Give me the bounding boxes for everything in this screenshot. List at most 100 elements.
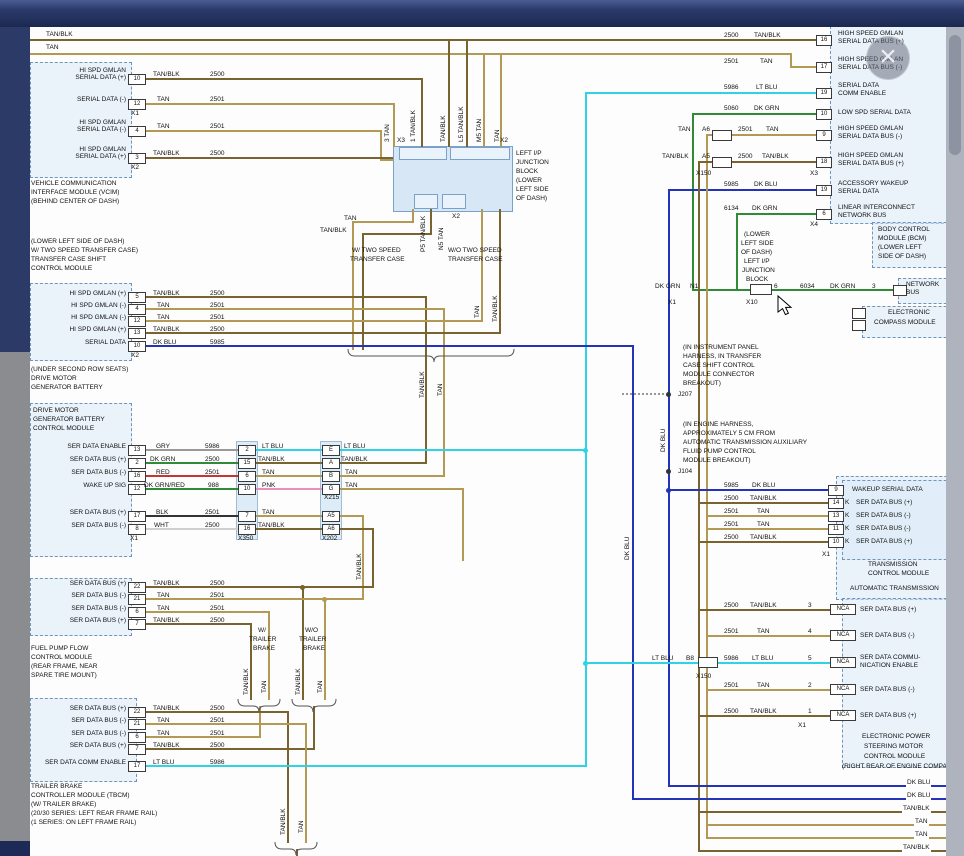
wire-label: LT BLU — [262, 443, 283, 451]
wire-label: SER DATA BUS (-) — [71, 605, 126, 613]
pin-box: 16 — [238, 524, 256, 535]
pin-box: 10 — [816, 109, 832, 120]
wire-label: TAN/BLK — [750, 534, 777, 542]
wire-label: DK GRN — [754, 105, 779, 113]
wire-segment — [338, 515, 362, 517]
wire-segment — [585, 92, 816, 94]
wire-segment — [338, 449, 585, 451]
wire-label: 5985 — [724, 482, 738, 490]
wire-label: SER DATA BUS (+) — [860, 606, 916, 614]
wire-label: 6034 — [800, 283, 814, 291]
wire-label: TAN/BLK — [153, 290, 180, 298]
wire-label: TAN/BLK — [341, 456, 368, 464]
wire-label: 2501 — [738, 126, 752, 134]
wire-segment — [146, 130, 380, 132]
wire-label: SER DATA BUS (+) — [856, 499, 912, 507]
left-chrome-panel-gray — [0, 352, 30, 841]
wire-label: TRAILER — [299, 636, 326, 644]
wire-label: TAN — [261, 680, 269, 693]
wire-label: 1 TAN/BLK — [410, 110, 418, 142]
wire-label: TAN/BLK — [750, 708, 777, 716]
scrollbar-thumb[interactable] — [949, 35, 961, 155]
wire-segment — [668, 189, 816, 191]
junction-dot — [666, 392, 671, 397]
wire-label: AUTOMATIC TRANSMISSION AUXILIARY — [683, 439, 807, 447]
wire-label: HIGH SPEED GMLAN — [838, 152, 903, 160]
wire-label: TAN — [757, 628, 770, 636]
wire-label: 2500 — [210, 580, 224, 588]
wire-label: TRANSFER CASE — [448, 256, 503, 264]
wire-label: BLOCK — [516, 168, 538, 176]
wire-label: INTERFACE MODULE (VCIM) — [31, 189, 119, 197]
wire-label: PNK — [262, 482, 275, 490]
pin-box: 13 — [128, 445, 146, 456]
pin-box: 9 — [816, 130, 832, 141]
wire-segment — [146, 78, 421, 80]
wire-label: DK GRN — [655, 283, 680, 291]
wire-label: BODY CONTROL — [878, 226, 930, 234]
wire-label: TAN — [437, 383, 445, 396]
wire-label: TAN — [157, 605, 170, 613]
wire-label: RED — [156, 469, 170, 477]
wire-label: TAN/BLK — [356, 553, 364, 580]
wire-label: COMPASS MODULE — [874, 319, 936, 327]
wire-label: (IN ENGINE HARNESS, — [683, 421, 753, 429]
pin-box — [893, 285, 907, 296]
wire-label: J207 — [678, 391, 692, 399]
wire-label: X1 — [668, 299, 676, 307]
wire-label: TAN/BLK — [258, 522, 285, 530]
wire-label: SER DATA BUS (-) — [860, 632, 915, 640]
close-button[interactable]: × — [866, 36, 910, 80]
wire-label: 2500 — [205, 522, 219, 530]
wire-label: N5 TAN — [438, 227, 446, 250]
pin-box: A5 — [322, 511, 340, 522]
wire-segment — [393, 103, 395, 147]
pin-box: A — [322, 458, 340, 469]
wire-label: DRIVE MOTOR — [33, 407, 79, 415]
wire-label: TAN/BLK — [295, 668, 303, 695]
wire-label: DRIVE MOTOR — [31, 375, 77, 383]
wire-label: WAKEUP SERIAL DATA — [852, 486, 923, 494]
wire-label: HIGH SPEED GMLAN — [838, 125, 903, 133]
wire-label: TAN — [157, 730, 170, 738]
wire-segment — [736, 213, 816, 215]
junction-connector — [442, 194, 466, 209]
junction-connector — [399, 147, 447, 160]
wire-label: TAN — [317, 680, 325, 693]
wire-label: GENERATOR BATTERY — [33, 416, 105, 424]
junction-connector — [450, 147, 510, 160]
wire-label: LOW SPD SERIAL DATA — [838, 109, 911, 117]
wire-label: 2501 — [210, 730, 224, 738]
pin-box: 5 — [128, 292, 146, 303]
pin-box — [852, 308, 866, 319]
wire-label: (LOWER — [516, 177, 542, 185]
pin-box: 12 — [128, 316, 146, 327]
pin-box: 7 — [128, 744, 146, 755]
wire-segment — [466, 39, 468, 147]
wire-label: TAN/BLK — [46, 31, 73, 39]
vertical-scrollbar[interactable] — [946, 27, 964, 856]
pin-box — [712, 157, 732, 168]
junction-dot — [300, 585, 305, 590]
wire-segment — [146, 332, 499, 334]
wire-segment — [692, 113, 694, 291]
wire-label: TAN — [678, 126, 691, 134]
pin-box: 3 — [128, 153, 146, 164]
wiring-diagram-viewer: 101243541213101321612178215610716EABGA5A… — [0, 0, 964, 856]
wire-label: FLUID PUMP CONTROL — [683, 448, 756, 456]
pin-box: 10 — [828, 537, 844, 548]
wire-label: SPARE TIRE MOUNT) — [31, 672, 97, 680]
pin-box: 8 — [128, 524, 146, 535]
wire-label: W/ — [258, 627, 266, 635]
wire-label: VEHICLE COMMUNICATION — [31, 180, 116, 188]
wire-label: ELECTRONIC POWER — [862, 733, 930, 741]
wire-label: TAN — [345, 482, 358, 490]
wire-label: TAN — [474, 305, 482, 318]
pin-box: 15 — [238, 458, 256, 469]
wire-label: SER DATA BUS (+) — [860, 712, 916, 720]
pin-box: NCA — [830, 710, 856, 721]
wire-label: SER DATA BUS (+) — [70, 456, 126, 464]
wire-label: W/ TWO SPEED — [352, 247, 401, 255]
pin-box: 6 — [128, 732, 146, 743]
wire-label: TAN/BLK — [153, 326, 180, 334]
